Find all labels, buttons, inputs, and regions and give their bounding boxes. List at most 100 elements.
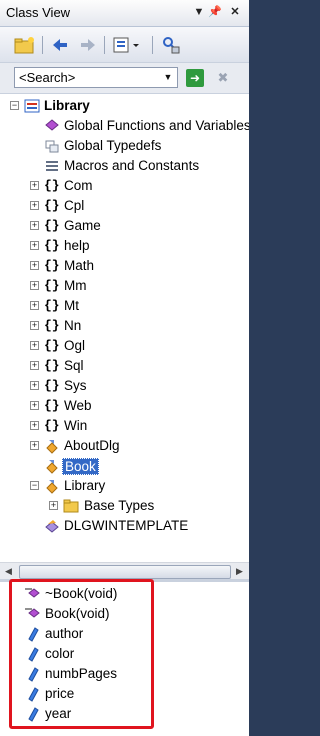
tree-item-namespace[interactable]: + {} Sql	[0, 356, 249, 376]
member-item[interactable]: Book(void)	[0, 604, 249, 624]
chevron-down-icon[interactable]: ▼	[161, 70, 175, 85]
tree-item-label: Macros and Constants	[64, 158, 200, 173]
scroll-left-icon[interactable]: ◀	[5, 566, 12, 577]
tree-item-namespace[interactable]: + {} Mm	[0, 276, 249, 296]
namespace-icon: {}	[44, 238, 60, 253]
tree-item-namespace[interactable]: + {} Ogl	[0, 336, 249, 356]
namespace-icon: {}	[44, 378, 60, 393]
typedef-icon	[45, 140, 59, 153]
tree-item-namespace[interactable]: + {} Math	[0, 256, 249, 276]
tree-item-class-library[interactable]: − Library	[0, 476, 249, 496]
tree-item-label: Win	[64, 418, 88, 433]
member-item[interactable]: price	[0, 684, 249, 704]
scrollbar-thumb[interactable]	[19, 565, 231, 579]
tree-item-namespace[interactable]: + {} Web	[0, 396, 249, 416]
expand-icon[interactable]: +	[30, 361, 39, 370]
field-icon	[28, 687, 39, 702]
namespace-icon: {}	[44, 318, 60, 333]
window-title: Class View	[6, 5, 71, 20]
view-settings-icon[interactable]	[113, 36, 143, 54]
toolbar	[0, 27, 249, 63]
search-go-button[interactable]: ➜	[186, 69, 204, 87]
expand-icon[interactable]: +	[30, 441, 39, 450]
expand-icon[interactable]: +	[30, 401, 39, 410]
toolbar-separator	[152, 36, 153, 54]
namespace-icon: {}	[44, 258, 60, 273]
member-item[interactable]: ~Book(void)	[0, 584, 249, 604]
collapse-icon[interactable]: −	[30, 481, 39, 490]
tree-item-base-types[interactable]: + Base Types	[0, 496, 249, 516]
expand-icon[interactable]: +	[30, 381, 39, 390]
expand-icon[interactable]: +	[30, 241, 39, 250]
tree-item-macros[interactable]: Macros and Constants	[0, 156, 249, 176]
expand-icon[interactable]: +	[30, 201, 39, 210]
tree-item-label: Library	[64, 478, 106, 493]
search-combobox[interactable]: ▼	[14, 67, 178, 88]
horizontal-scrollbar[interactable]: ◀ ▶	[0, 562, 249, 580]
tree-item-label: DLGWINTEMPLATE	[64, 518, 189, 533]
tree-item-label-selected: Book	[62, 458, 99, 475]
tree-root-library[interactable]: − Library	[0, 96, 249, 116]
tree-item-label: Game	[64, 218, 101, 233]
class-browser-icon[interactable]	[161, 36, 181, 54]
forward-arrow-icon[interactable]	[79, 36, 97, 54]
toolbar-separator	[104, 36, 105, 54]
class-tree[interactable]: − Library Global Functions and Variables…	[0, 94, 249, 562]
close-icon[interactable]: ✕	[227, 4, 243, 20]
toolbar-separator	[42, 36, 43, 54]
tree-item-namespace[interactable]: + {} Com	[0, 176, 249, 196]
tree-item-label: Global Functions and Variables	[64, 118, 249, 133]
collapse-icon[interactable]: −	[10, 101, 19, 110]
back-arrow-icon[interactable]	[51, 36, 69, 54]
tree-item-label: AboutDlg	[64, 438, 120, 453]
expand-icon[interactable]: +	[30, 221, 39, 230]
clear-search-button[interactable]: ✖	[214, 69, 232, 87]
tree-item-struct-dlgwintemplate[interactable]: DLGWINTEMPLATE	[0, 516, 249, 536]
tree-item-label: Base Types	[84, 498, 155, 513]
pin-icon[interactable]: 📌	[207, 4, 223, 20]
expand-icon[interactable]: +	[30, 301, 39, 310]
tree-item-namespace[interactable]: + {} Sys	[0, 376, 249, 396]
dropdown-icon[interactable]: ▼	[191, 4, 207, 20]
member-item[interactable]: color	[0, 644, 249, 664]
namespace-icon: {}	[44, 218, 60, 233]
tree-item-class-aboutdlg[interactable]: + AboutDlg	[0, 436, 249, 456]
arrow-right-icon: ➜	[189, 71, 201, 85]
global-function-icon	[45, 119, 59, 131]
expand-icon[interactable]: +	[30, 281, 39, 290]
tree-item-label: Ogl	[64, 338, 86, 353]
member-item[interactable]: numbPages	[0, 664, 249, 684]
macro-icon	[46, 161, 58, 171]
tree-item-global-functions[interactable]: Global Functions and Variables	[0, 116, 249, 136]
tree-item-label: Sys	[64, 378, 87, 393]
new-folder-icon[interactable]	[14, 36, 36, 54]
tree-item-namespace[interactable]: + {} Cpl	[0, 196, 249, 216]
project-icon	[24, 99, 40, 113]
member-item[interactable]: author	[0, 624, 249, 644]
tree-item-namespace[interactable]: + {} Game	[0, 216, 249, 236]
search-input[interactable]	[15, 68, 159, 87]
search-row: ▼ ➜ ✖	[0, 63, 249, 94]
namespace-icon: {}	[44, 198, 60, 213]
tree-item-global-typedefs[interactable]: Global Typedefs	[0, 136, 249, 156]
tree-item-namespace[interactable]: + {} Win	[0, 416, 249, 436]
expand-icon[interactable]: +	[30, 321, 39, 330]
expand-icon[interactable]: +	[49, 501, 58, 510]
tree-item-label: Global Typedefs	[64, 138, 162, 153]
member-label: ~Book(void)	[45, 586, 118, 601]
expand-icon[interactable]: +	[30, 261, 39, 270]
expand-icon[interactable]: +	[30, 341, 39, 350]
tree-item-label: Web	[64, 398, 92, 413]
scroll-right-icon[interactable]: ▶	[236, 566, 243, 577]
member-item[interactable]: year	[0, 704, 249, 724]
expand-icon[interactable]: +	[30, 181, 39, 190]
tree-item-label: Sql	[64, 358, 84, 373]
namespace-icon: {}	[44, 338, 60, 353]
expand-icon[interactable]: +	[30, 421, 39, 430]
tree-item-namespace[interactable]: + {} Mt	[0, 296, 249, 316]
tree-item-label: Nn	[64, 318, 82, 333]
tree-item-class-book[interactable]: Book	[0, 456, 249, 476]
tree-item-namespace[interactable]: + {} Nn	[0, 316, 249, 336]
namespace-icon: {}	[44, 178, 60, 193]
tree-item-namespace[interactable]: + {} help	[0, 236, 249, 256]
